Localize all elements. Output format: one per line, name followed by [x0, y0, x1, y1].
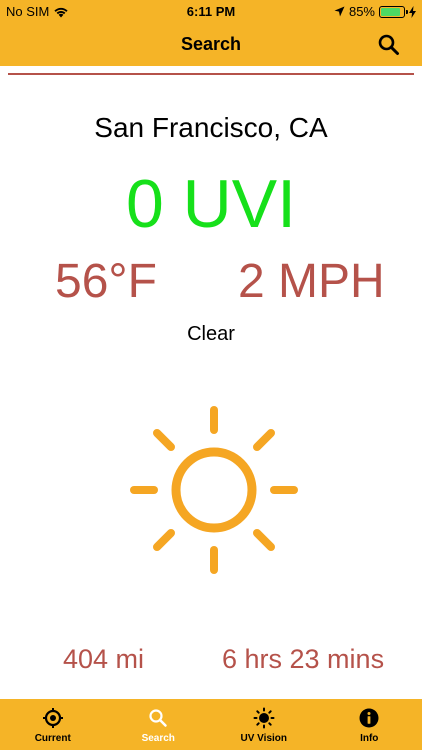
temperature-value: 56°F [55, 255, 157, 308]
info-icon [359, 708, 379, 728]
search-icon [378, 34, 399, 55]
sun-icon [253, 707, 275, 729]
battery-percent: 85% [348, 4, 375, 19]
battery-icon [379, 5, 408, 18]
divider-line [8, 73, 414, 75]
nav-bar: Search [0, 24, 422, 66]
distance-value: 404 mi [63, 644, 145, 674]
uvi-value: 0 UVI [125, 166, 297, 242]
tab-label: UV Vision [240, 733, 288, 744]
condition-label: Clear [187, 323, 235, 345]
search-button[interactable] [376, 32, 402, 58]
tab-uv-vision[interactable]: UV Vision [211, 699, 317, 750]
tab-label: Current [34, 733, 71, 744]
location-arrow-icon [334, 6, 345, 17]
status-right: 85% [334, 4, 416, 19]
search-icon [149, 709, 167, 727]
wind-speed-value: 2 MPH [238, 255, 385, 308]
sun-icon [130, 406, 298, 574]
tab-bar: Current Search UV Vision Info [0, 699, 422, 750]
tab-label: Search [141, 733, 175, 744]
page-title: Search [180, 34, 242, 54]
tab-current[interactable]: Current [0, 699, 106, 750]
location-target-icon [42, 708, 63, 728]
tab-label: Info [360, 733, 379, 744]
tab-search[interactable]: Search [106, 699, 212, 750]
city-label: San Francisco, CA [94, 112, 328, 143]
charging-bolt-icon [409, 5, 416, 18]
battery-fill [381, 7, 400, 16]
time-remaining-value: 6 hrs 23 mins [222, 644, 385, 674]
tab-info[interactable]: Info [317, 699, 422, 750]
status-bar: No SIM 6:11 PM 85% [0, 0, 422, 24]
